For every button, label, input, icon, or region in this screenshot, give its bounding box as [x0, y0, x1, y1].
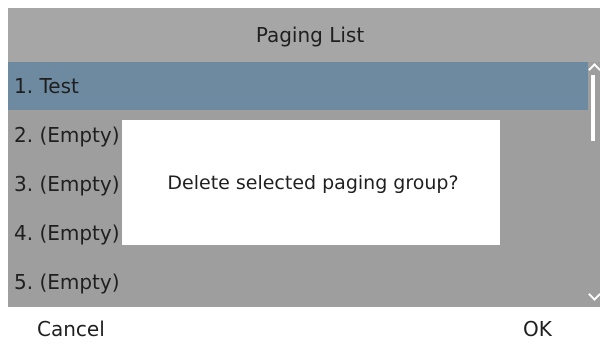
screen-frame-right: [600, 0, 608, 350]
list-item-label: 2. (Empty): [14, 123, 120, 147]
scrollbar-thumb[interactable]: [591, 75, 595, 141]
list-item-1[interactable]: 1. Test: [8, 62, 588, 110]
list-item-label: 1. Test: [14, 74, 79, 98]
page-title: Paging List: [255, 23, 365, 47]
title-bar: Paging List: [8, 8, 600, 62]
dialog-message: Delete selected paging group?: [167, 171, 459, 194]
list-item-label: 3. (Empty): [14, 172, 120, 196]
softkey-bar: Cancel OK: [8, 307, 600, 350]
phone-screen: Paging List 1. Test 2. (Empty) 3. (Empty…: [0, 0, 608, 350]
screen-frame-left: [0, 0, 8, 350]
screen-frame-top: [0, 0, 608, 8]
list-item-label: 4. (Empty): [14, 221, 120, 245]
cancel-button[interactable]: Cancel: [37, 307, 105, 350]
scrollbar[interactable]: [588, 62, 600, 307]
chevron-up-icon[interactable]: [589, 62, 601, 72]
chevron-down-icon[interactable]: [589, 292, 601, 302]
ok-button[interactable]: OK: [523, 307, 552, 350]
list-item-label: 5. (Empty): [14, 270, 120, 294]
list-item-5[interactable]: 5. (Empty): [8, 258, 588, 306]
confirm-dialog: Delete selected paging group?: [122, 120, 500, 245]
